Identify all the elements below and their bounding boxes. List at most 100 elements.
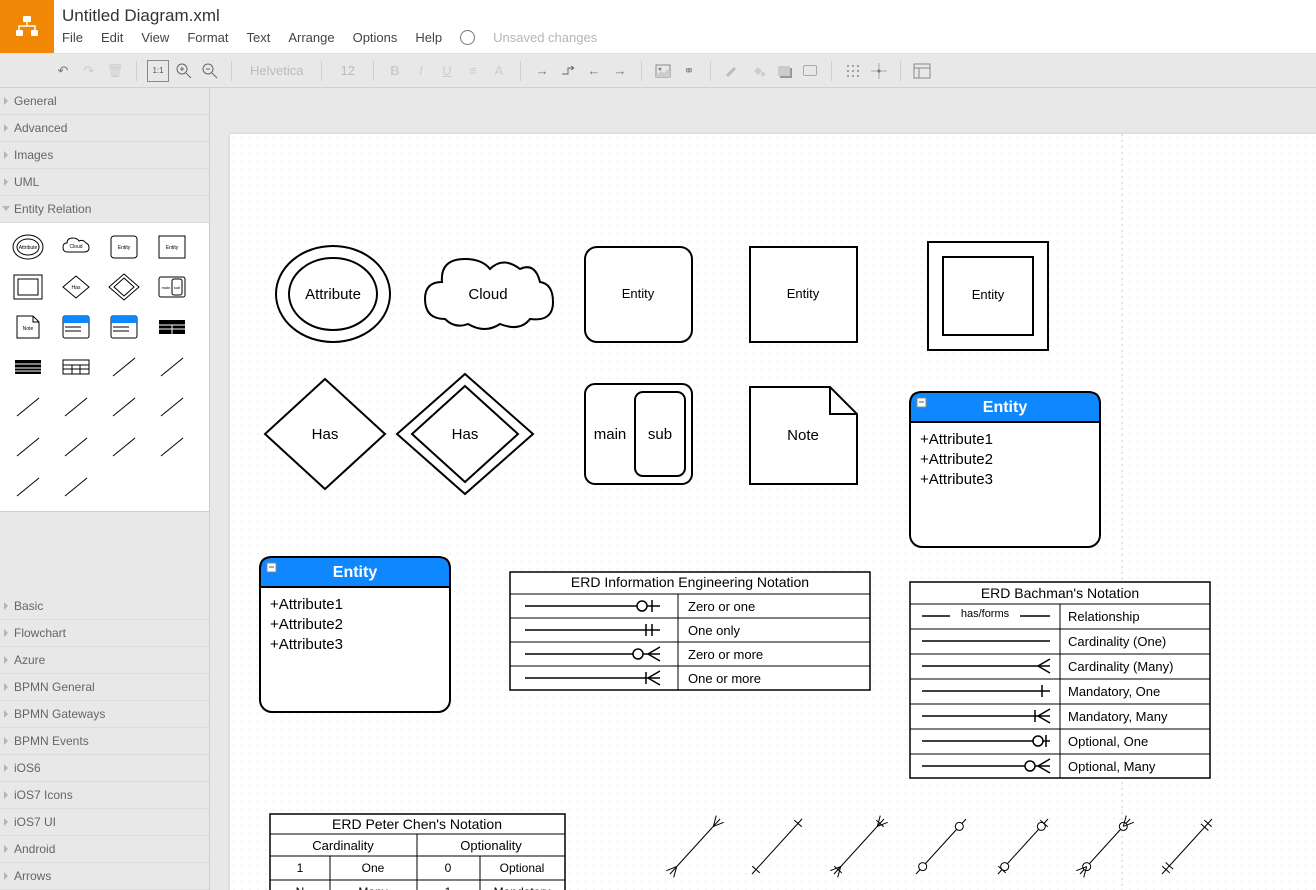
palette-line3-icon[interactable] <box>6 389 50 425</box>
sidebar-item-flowchart[interactable]: Flowchart <box>0 620 209 647</box>
shape-bachman-notation[interactable]: ERD Bachman's Notation has/formshas/form… <box>910 582 1210 778</box>
stroke-color-button[interactable] <box>721 60 743 82</box>
svg-text:Cardinality (One): Cardinality (One) <box>1068 634 1166 649</box>
shape-entity-card-1[interactable]: Entity +Attribute1 +Attribute2 +Attribut… <box>910 392 1100 547</box>
menu-options[interactable]: Options <box>353 30 398 45</box>
shape-attribute[interactable]: Attribute <box>276 246 390 342</box>
svg-text:Entity: Entity <box>972 287 1005 302</box>
shape-entity-rect[interactable]: Entity <box>750 247 857 342</box>
font-color-button[interactable]: A <box>488 60 510 82</box>
menu-view[interactable]: View <box>141 30 169 45</box>
shadow-button[interactable] <box>773 60 795 82</box>
palette-entity-rect-icon[interactable]: Entity <box>150 229 194 265</box>
palette-table-white-icon[interactable] <box>54 349 98 385</box>
sidebar-item-bpmn-general[interactable]: BPMN General <box>0 674 209 701</box>
shape-main-sub[interactable]: main sub <box>585 384 692 484</box>
underline-button[interactable]: U <box>436 60 458 82</box>
shape-entity-frame[interactable]: Entity <box>928 242 1048 350</box>
sidebar-item-bpmn-events[interactable]: BPMN Events <box>0 728 209 755</box>
palette-line9-icon[interactable] <box>102 429 146 465</box>
palette-line1-icon[interactable] <box>102 349 146 385</box>
palette-table-black2-icon[interactable] <box>6 349 50 385</box>
insert-image-button[interactable] <box>652 60 674 82</box>
menu-help[interactable]: Help <box>415 30 442 45</box>
palette-attribute-icon[interactable]: Attribute <box>6 229 50 265</box>
palette-line12-icon[interactable] <box>54 469 98 505</box>
sidebar-item-bpmn-gateways[interactable]: BPMN Gateways <box>0 701 209 728</box>
palette-line4-icon[interactable] <box>54 389 98 425</box>
palette-line11-icon[interactable] <box>6 469 50 505</box>
svg-text:Zero or more: Zero or more <box>688 647 763 662</box>
sidebar-item-general[interactable]: General <box>0 88 209 115</box>
insert-link-button[interactable]: ⚭ <box>678 60 700 82</box>
delete-button[interactable]: 🗑 <box>104 60 126 82</box>
sidebar-item-entity-relation[interactable]: Entity Relation <box>0 196 209 223</box>
palette-line2-icon[interactable] <box>150 349 194 385</box>
line-start-button[interactable]: ← <box>583 60 605 82</box>
shape-note[interactable]: Note <box>750 387 857 484</box>
grid-dots-button[interactable] <box>842 60 864 82</box>
font-size-select[interactable]: 12 <box>332 63 362 78</box>
app-logo[interactable] <box>0 0 54 53</box>
page[interactable]: Attribute Cloud Entity Entity Ent <box>230 134 1316 890</box>
shape-cloud[interactable]: Cloud <box>425 259 553 329</box>
align-button[interactable]: ≡ <box>462 60 484 82</box>
shape-chen-notation[interactable]: ERD Peter Chen's Notation Cardinality Op… <box>270 814 565 890</box>
palette-entity-frame-icon[interactable] <box>6 269 50 305</box>
palette-has-diamond-icon[interactable]: Has <box>54 269 98 305</box>
palette-has-double-diamond-icon[interactable] <box>102 269 146 305</box>
sidebar-item-android[interactable]: Android <box>0 836 209 863</box>
palette-line6-icon[interactable] <box>150 389 194 425</box>
palette-note-icon[interactable]: Note <box>6 309 50 345</box>
sidebar-item-arrows[interactable]: Arrows <box>0 863 209 890</box>
zoom-out-button[interactable] <box>199 60 221 82</box>
shape-entity-rounded[interactable]: Entity <box>585 247 692 342</box>
menu-arrange[interactable]: Arrange <box>288 30 334 45</box>
actual-size-button[interactable]: 1:1 <box>147 60 169 82</box>
palette-line5-icon[interactable] <box>102 389 146 425</box>
menu-edit[interactable]: Edit <box>101 30 123 45</box>
rounded-button[interactable] <box>799 60 821 82</box>
undo-button[interactable]: ↶ <box>52 60 74 82</box>
sidebar-item-ios6[interactable]: iOS6 <box>0 755 209 782</box>
zoom-in-button[interactable] <box>173 60 195 82</box>
sidebar-item-azure[interactable]: Azure <box>0 647 209 674</box>
bold-button[interactable]: B <box>384 60 406 82</box>
menu-format[interactable]: Format <box>187 30 228 45</box>
document-title[interactable]: Untitled Diagram.xml <box>62 6 597 26</box>
palette-entity-rounded-icon[interactable]: Entity <box>102 229 146 265</box>
shape-has-diamond[interactable]: Has <box>265 379 385 489</box>
palette-mainsub-icon[interactable]: mainsub <box>150 269 194 305</box>
palette-line8-icon[interactable] <box>54 429 98 465</box>
palette-entity-blue-icon[interactable] <box>54 309 98 345</box>
svg-text:+Attribute2: +Attribute2 <box>920 451 993 468</box>
menu-text[interactable]: Text <box>246 30 270 45</box>
font-family-select[interactable]: Helvetica <box>242 63 311 78</box>
sidebar-item-images[interactable]: Images <box>0 142 209 169</box>
line-end-button[interactable]: → <box>609 60 631 82</box>
menu-file[interactable]: File <box>62 30 83 45</box>
connector-lines[interactable] <box>666 816 1212 890</box>
italic-button[interactable]: I <box>410 60 432 82</box>
shape-has-double-diamond[interactable]: Has <box>397 374 533 494</box>
connector-straight-button[interactable]: → <box>531 60 553 82</box>
sidebar-item-uml[interactable]: UML <box>0 169 209 196</box>
sidebar-item-basic[interactable]: Basic <box>0 593 209 620</box>
connector-orthogonal-button[interactable] <box>557 60 579 82</box>
palette-table-black-icon[interactable] <box>150 309 194 345</box>
shape-entity-card-2[interactable]: Entity +Attribute1 +Attribute2 +Attribut… <box>260 557 450 712</box>
fill-color-button[interactable] <box>747 60 769 82</box>
palette-entity-blue2-icon[interactable] <box>102 309 146 345</box>
shape-ie-notation[interactable]: ERD Information Engineering Notation Zer… <box>510 572 870 690</box>
sidebar-item-ios7-icons[interactable]: iOS7 Icons <box>0 782 209 809</box>
language-icon[interactable] <box>460 30 475 45</box>
layout-button[interactable] <box>911 60 933 82</box>
grid-lines-button[interactable] <box>868 60 890 82</box>
sidebar-item-advanced[interactable]: Advanced <box>0 115 209 142</box>
canvas[interactable]: Attribute Cloud Entity Entity Ent <box>210 88 1316 890</box>
palette-line10-icon[interactable] <box>150 429 194 465</box>
palette-cloud-icon[interactable]: Cloud <box>54 229 98 265</box>
palette-line7-icon[interactable] <box>6 429 50 465</box>
sidebar-item-ios7-ui[interactable]: iOS7 UI <box>0 809 209 836</box>
redo-button[interactable]: ↷ <box>78 60 100 82</box>
